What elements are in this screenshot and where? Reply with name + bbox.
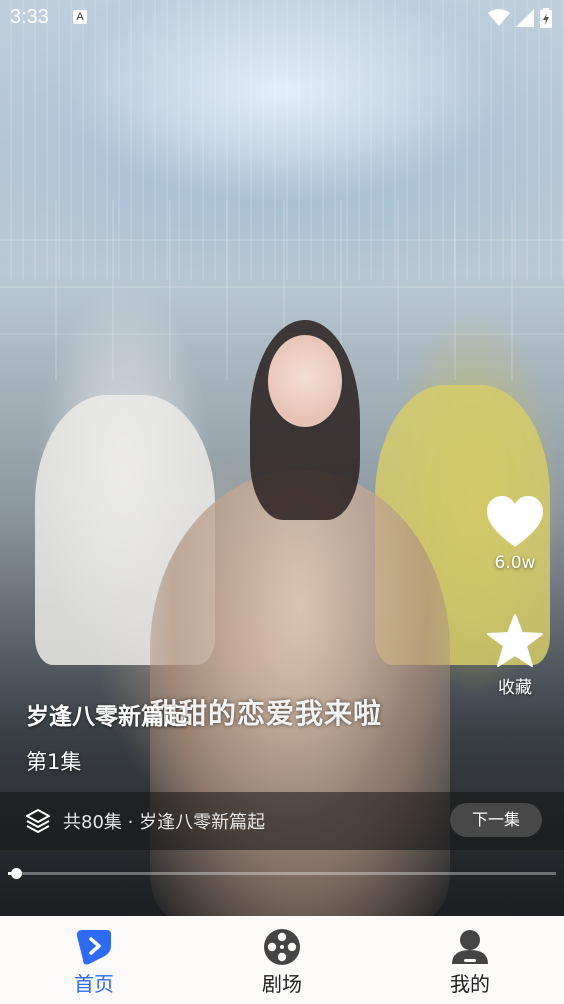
- wifi-icon: [488, 9, 510, 26]
- play-icon: [76, 930, 111, 965]
- layers-icon: [26, 809, 50, 833]
- nav-item-home[interactable]: 首页: [0, 916, 188, 1004]
- episode-count-info: 共80集 · 岁逢八零新篇起: [63, 812, 266, 833]
- status-icons: [488, 8, 552, 28]
- nav-label-profile: 我的: [450, 972, 490, 996]
- like-count: 6.0w: [494, 553, 536, 573]
- collect-label: 收藏: [498, 678, 532, 698]
- nav-label-home: 首页: [74, 972, 114, 996]
- notification-icon: A: [73, 10, 87, 24]
- nav-label-theater: 剧场: [262, 972, 302, 996]
- status-bar: 3:33 A: [0, 0, 564, 36]
- progress-bar[interactable]: [8, 868, 556, 879]
- user-icon: [452, 930, 488, 964]
- star-icon: [487, 614, 543, 667]
- drama-title[interactable]: 岁逢八零新篇起: [26, 697, 187, 731]
- nav-item-profile[interactable]: 我的: [376, 916, 564, 1004]
- episode-bar[interactable]: 共80集 · 岁逢八零新篇起 下一集: [0, 792, 564, 850]
- film-reel-icon: [264, 929, 300, 965]
- video-frame-face: [268, 335, 342, 427]
- status-time: 3:33: [10, 6, 49, 28]
- collect-button[interactable]: 收藏: [480, 613, 550, 698]
- like-button[interactable]: 6.0w: [480, 495, 550, 573]
- episode-label: 第1集: [26, 750, 82, 774]
- action-column: 6.0w 收藏: [480, 495, 550, 738]
- nav-item-theater[interactable]: 剧场: [188, 916, 376, 1004]
- heart-icon: [487, 496, 543, 547]
- battery-icon: [540, 8, 552, 28]
- next-episode-button[interactable]: 下一集: [450, 803, 542, 837]
- video-player[interactable]: [0, 0, 564, 916]
- signal-icon: [516, 9, 534, 27]
- bottom-nav: 首页 剧场 我的: [0, 916, 564, 1004]
